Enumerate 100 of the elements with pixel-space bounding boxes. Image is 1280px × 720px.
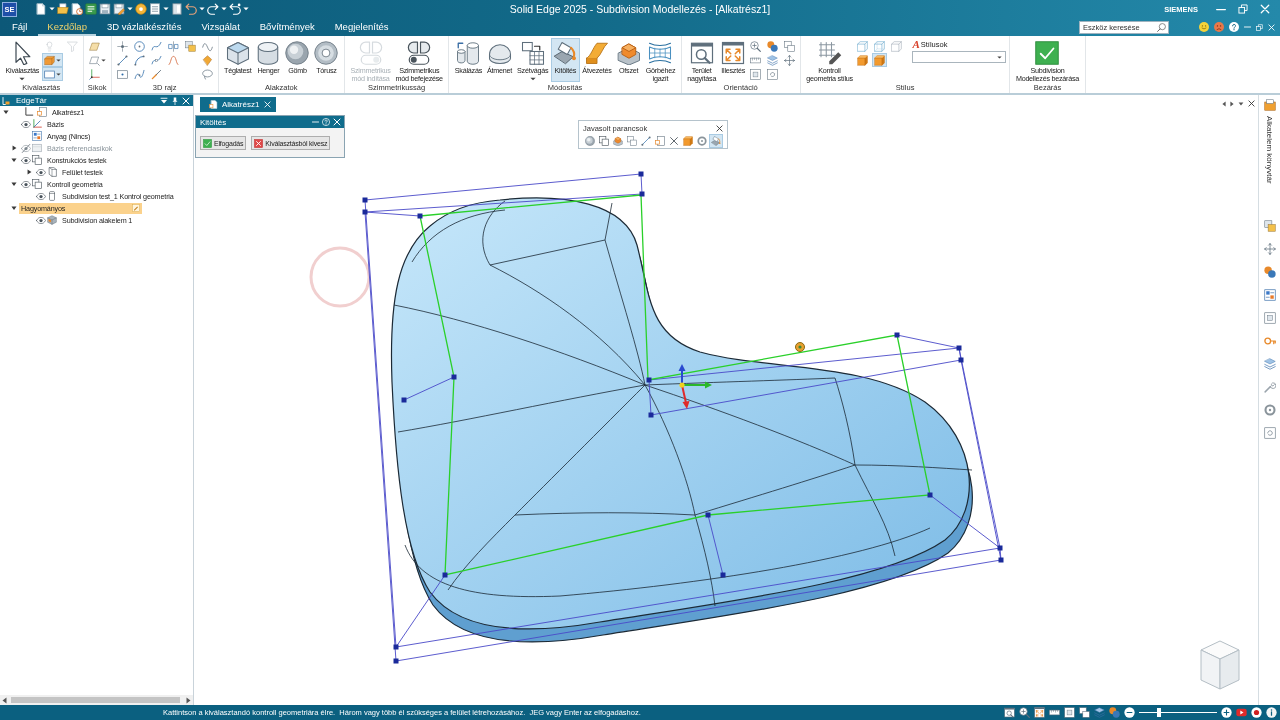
overlapping-circles-icon[interactable] bbox=[1263, 265, 1276, 278]
library-box-icon[interactable] bbox=[1263, 99, 1276, 111]
rotate-handle-icon[interactable] bbox=[795, 342, 805, 352]
selected-edge-loop[interactable] bbox=[419, 194, 931, 576]
cage-vertex-handle[interactable] bbox=[393, 658, 399, 664]
gear-icon[interactable] bbox=[1263, 403, 1276, 416]
layers-icon[interactable] bbox=[1094, 707, 1105, 718]
video-icon[interactable] bbox=[1236, 707, 1247, 718]
cage-vertex-handle[interactable] bbox=[442, 572, 448, 578]
tool-button[interactable] bbox=[131, 53, 147, 67]
list-document-icon[interactable] bbox=[149, 3, 161, 15]
menu-tab[interactable]: Fájl bbox=[3, 18, 37, 36]
tool-button[interactable] bbox=[41, 53, 63, 67]
eye-icon[interactable] bbox=[20, 180, 31, 188]
cage-vertex-handle[interactable] bbox=[646, 377, 652, 383]
document-tab[interactable]: Alkatrész1 bbox=[200, 97, 276, 112]
folder-icon[interactable] bbox=[57, 3, 69, 15]
cage-vertex-handle[interactable] bbox=[451, 374, 457, 380]
document-clock-icon[interactable] bbox=[71, 3, 83, 15]
tool-button[interactable] bbox=[41, 67, 63, 81]
tool-button[interactable] bbox=[114, 67, 130, 81]
menu-tab[interactable]: Kezdőlap bbox=[38, 18, 96, 36]
eye-icon[interactable] bbox=[20, 120, 31, 128]
tool-button[interactable] bbox=[872, 53, 888, 67]
panel-icon[interactable] bbox=[171, 3, 183, 15]
caret-icon[interactable] bbox=[49, 7, 55, 11]
tool-button[interactable] bbox=[86, 53, 108, 67]
save-icon[interactable] bbox=[99, 3, 111, 15]
library-tab[interactable]: Alkatelem könyvtár bbox=[1265, 114, 1274, 186]
command-button[interactable] bbox=[681, 134, 695, 148]
tool-button[interactable] bbox=[148, 53, 164, 67]
new-document-icon[interactable] bbox=[35, 3, 47, 15]
restore-icon[interactable] bbox=[1256, 23, 1263, 31]
command-button[interactable] bbox=[639, 134, 653, 148]
tool-button[interactable] bbox=[781, 53, 797, 67]
command-button[interactable] bbox=[667, 134, 681, 148]
caret-icon[interactable] bbox=[127, 7, 133, 11]
help-icon[interactable] bbox=[1229, 22, 1239, 32]
cage-vertex-handle[interactable] bbox=[638, 171, 644, 177]
command-button[interactable] bbox=[583, 134, 597, 148]
cage-vertex-handle[interactable] bbox=[648, 412, 654, 418]
caret-icon[interactable] bbox=[199, 7, 205, 11]
dropdown-arrow-icon[interactable] bbox=[1238, 101, 1244, 106]
cage-vertex-handle[interactable] bbox=[894, 332, 900, 338]
pin-icon[interactable] bbox=[171, 96, 179, 105]
fit-arrows-icon[interactable] bbox=[1034, 707, 1045, 718]
cage-vertex-handle[interactable] bbox=[927, 492, 933, 498]
arrow-right-icon[interactable] bbox=[186, 696, 191, 704]
arrow-right-icon[interactable] bbox=[1230, 100, 1234, 107]
redo-icon[interactable] bbox=[207, 3, 219, 15]
material-swatch-icon[interactable] bbox=[1263, 288, 1276, 301]
tool-button[interactable] bbox=[114, 53, 130, 67]
command-button[interactable] bbox=[695, 134, 709, 148]
caret-icon[interactable] bbox=[243, 7, 249, 11]
close-icon[interactable] bbox=[716, 124, 723, 132]
collapsed-arrow-icon[interactable] bbox=[11, 145, 17, 151]
info-icon[interactable] bbox=[1266, 707, 1277, 718]
zoom-window-icon[interactable] bbox=[1004, 707, 1015, 718]
caret-icon[interactable] bbox=[221, 7, 227, 11]
dropdown-menu-icon[interactable] bbox=[160, 96, 168, 105]
expanded-arrow-icon[interactable] bbox=[11, 157, 17, 163]
stacked-sheets-icon[interactable] bbox=[1263, 219, 1276, 232]
sheet-icon[interactable] bbox=[85, 3, 97, 15]
scrollbar-thumb[interactable] bbox=[11, 697, 180, 703]
command-button[interactable] bbox=[625, 134, 639, 148]
menu-tab[interactable]: Megjelenítés bbox=[325, 18, 398, 36]
windows-icon[interactable] bbox=[1079, 707, 1090, 718]
cage-vertex-handle[interactable] bbox=[705, 512, 711, 518]
undo-history-icon[interactable] bbox=[229, 3, 241, 15]
menu-tab[interactable]: 3D vázlatkészítés bbox=[97, 18, 191, 36]
layers-icon[interactable] bbox=[1263, 357, 1276, 370]
caret-icon[interactable] bbox=[163, 7, 169, 11]
tool-button[interactable] bbox=[114, 39, 130, 53]
wrench-icon[interactable] bbox=[1263, 380, 1276, 393]
move-arrows-icon[interactable] bbox=[1263, 242, 1276, 255]
expanded-arrow-icon[interactable] bbox=[11, 205, 17, 211]
tool-button[interactable] bbox=[148, 39, 164, 53]
eye-icon[interactable] bbox=[20, 156, 31, 164]
tool-button[interactable] bbox=[855, 53, 871, 67]
smiley-icon[interactable] bbox=[1199, 22, 1209, 32]
tool-button[interactable] bbox=[764, 39, 780, 53]
arrow-left-icon[interactable] bbox=[1222, 100, 1226, 107]
command-button[interactable] bbox=[597, 134, 611, 148]
menu-tab[interactable]: Bővítmények bbox=[250, 18, 324, 36]
close-icon[interactable] bbox=[1248, 100, 1255, 107]
zoom-in-icon[interactable] bbox=[1221, 707, 1232, 718]
move-triad-icon[interactable] bbox=[678, 364, 712, 409]
expanded-arrow-icon[interactable] bbox=[11, 181, 17, 187]
expanded-arrow-icon[interactable] bbox=[3, 109, 9, 115]
cage-vertex-handle[interactable] bbox=[401, 397, 407, 403]
arrow-left-icon[interactable] bbox=[2, 696, 7, 704]
zoom-in-icon[interactable] bbox=[1019, 707, 1030, 718]
eye-icon[interactable] bbox=[35, 168, 46, 176]
eye-icon[interactable] bbox=[35, 192, 46, 200]
tool-button[interactable] bbox=[131, 67, 147, 81]
menu-tab[interactable]: Vizsgálat bbox=[192, 18, 249, 36]
ruler-icon[interactable] bbox=[1049, 707, 1060, 718]
tool-button[interactable] bbox=[165, 39, 181, 53]
record-icon[interactable] bbox=[1251, 707, 1262, 718]
hidden-eye-icon[interactable] bbox=[20, 143, 31, 153]
